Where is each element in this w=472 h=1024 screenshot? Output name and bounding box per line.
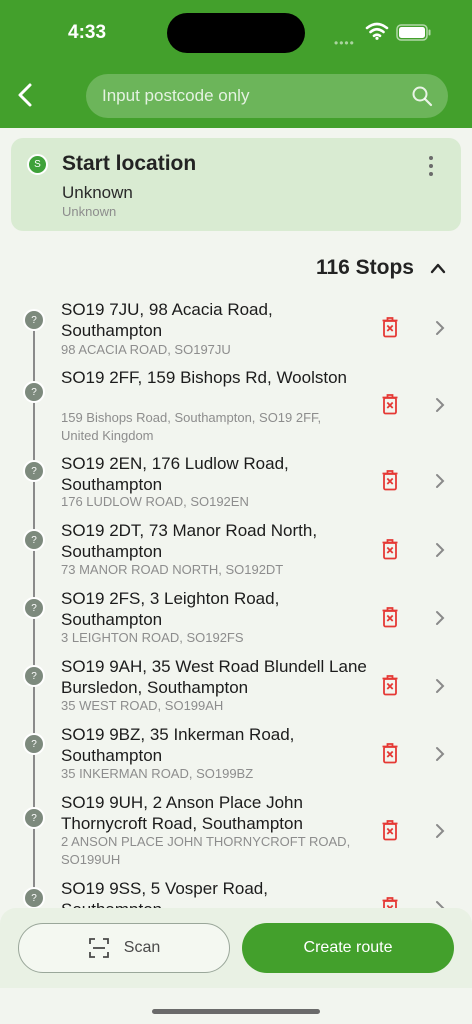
stop-marker: ? (23, 529, 45, 551)
status-time: 4:33 (68, 22, 107, 43)
delete-icon[interactable] (381, 819, 399, 841)
stop-title: SO19 2FS, 3 Leighton Road, Southampton (61, 589, 280, 629)
bottom-action-bar: Scan Create route (0, 908, 472, 988)
search-bar[interactable] (86, 74, 448, 118)
collapse-chevron-up-icon[interactable] (428, 259, 448, 277)
delete-icon[interactable] (381, 538, 399, 560)
signal-icon: •••• (334, 36, 355, 50)
stop-title: SO19 9BZ, 35 Inkerman Road, Southampton (61, 725, 295, 765)
delete-icon[interactable] (381, 393, 399, 415)
chevron-right-icon[interactable] (434, 745, 446, 763)
start-location-address: Unknown (62, 204, 117, 219)
delete-icon[interactable] (381, 674, 399, 696)
stop-title: SO19 2FF, 159 Bishops Rd, Woolston (61, 368, 348, 387)
create-route-button[interactable]: Create route (242, 923, 454, 973)
search-icon[interactable] (410, 84, 434, 108)
stop-marker: ? (23, 887, 45, 908)
stop-subtitle: 98 ACACIA ROAD, SO197JU (61, 342, 231, 357)
stop-title: SO19 9AH, 35 West Road Blundell Lane Bur… (61, 657, 367, 697)
scan-label: Scan (123, 939, 161, 956)
stop-title: SO19 2EN, 176 Ludlow Road, Southampton (61, 454, 289, 494)
app-header: 4:33 •••• (0, 0, 472, 128)
start-location-title: Start location (62, 152, 197, 175)
stop-marker: ? (23, 460, 45, 482)
stop-subtitle: 159 Bishops Road, Southampton, SO19 2FF,… (61, 410, 322, 443)
dynamic-island (167, 13, 305, 53)
chevron-right-icon[interactable] (434, 541, 446, 559)
home-indicator[interactable] (152, 1009, 320, 1014)
start-location-card[interactable]: S Start location Unknown Unknown (11, 138, 461, 231)
chevron-right-icon[interactable] (434, 822, 446, 840)
delete-icon[interactable] (381, 742, 399, 764)
stop-title: SO19 9UH, 2 Anson Place John Thornycroft… (61, 793, 303, 833)
stop-subtitle: 35 WEST ROAD, SO199AH (61, 698, 224, 713)
stop-title: SO19 7JU, 98 Acacia Road, Southampton (61, 300, 273, 340)
chevron-right-icon[interactable] (434, 472, 446, 490)
stop-subtitle: 35 INKERMAN ROAD, SO199BZ (61, 766, 254, 781)
stop-subtitle: 176 LUDLOW ROAD, SO192EN (61, 494, 249, 509)
chevron-right-icon[interactable] (434, 396, 446, 414)
more-vertical-icon[interactable] (425, 154, 437, 178)
stop-subtitle: 2 ANSON PLACE JOHN THORNYCROFT ROAD, SO1… (61, 834, 351, 867)
delete-icon[interactable] (381, 316, 399, 338)
chevron-right-icon[interactable] (434, 609, 446, 627)
chevron-right-icon[interactable] (434, 677, 446, 695)
postcode-search-input[interactable] (102, 86, 410, 106)
stop-marker: ? (23, 807, 45, 829)
scan-button[interactable]: Scan (18, 923, 230, 973)
stops-count: 116 Stops (315, 256, 414, 279)
stop-marker: ? (23, 309, 45, 331)
start-location-name: Unknown (62, 183, 133, 202)
delete-icon[interactable] (381, 469, 399, 491)
scan-icon (88, 938, 109, 958)
stop-subtitle: 3 LEIGHTON ROAD, SO192FS (61, 630, 244, 645)
stop-title: SO19 9SS, 5 Vosper Road, Southampton (61, 879, 268, 908)
stop-subtitle: 73 MANOR ROAD NORTH, SO192DT (61, 562, 284, 577)
wifi-icon (365, 22, 389, 40)
stop-marker: ? (23, 381, 45, 403)
start-badge: S (27, 154, 48, 175)
delete-icon[interactable] (381, 896, 399, 908)
chevron-right-icon[interactable] (434, 899, 446, 908)
delete-icon[interactable] (381, 606, 399, 628)
chevron-right-icon[interactable] (434, 319, 446, 337)
back-chevron-icon[interactable] (12, 80, 40, 110)
stop-marker: ? (23, 597, 45, 619)
stops-list[interactable]: ? SO19 7JU, 98 Acacia Road, Southampton … (0, 292, 472, 908)
battery-icon (396, 24, 431, 41)
stop-title: SO19 2DT, 73 Manor Road North, Southampt… (61, 521, 318, 561)
stop-marker: ? (23, 733, 45, 755)
stop-marker: ? (23, 665, 45, 687)
